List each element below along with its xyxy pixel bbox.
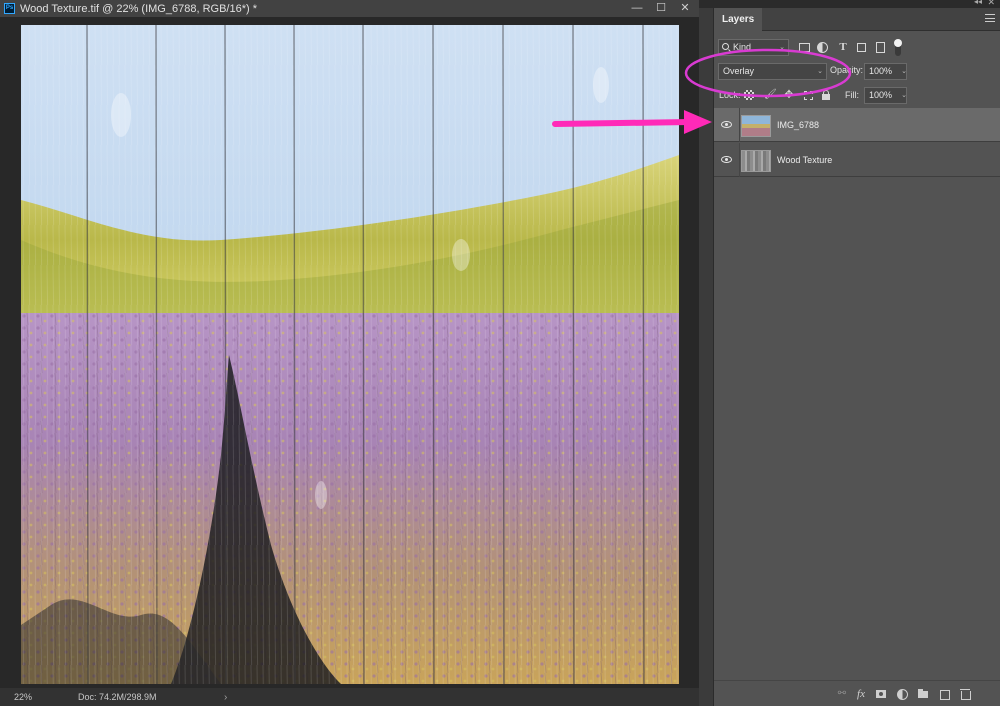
link-layers-icon[interactable]: ⚯ [836,688,848,700]
chevron-down-icon[interactable]: ⌄ [901,64,907,79]
layers-panel: Layers Kind ⌄ T Overlay ⌄ Opacity: 100% … [713,8,1000,706]
window-controls: — ☐ ✕ [625,0,697,17]
tab-layers[interactable]: Layers [714,8,763,31]
layers-list: IMG_6788 Wood Texture [714,108,1000,178]
document-window: Ps Wood Texture.tif @ 22% (IMG_6788, RGB… [0,0,699,706]
lock-transparency-icon[interactable] [744,90,754,100]
blend-mode-value: Overlay [723,66,755,76]
layer-style-fx-icon[interactable]: fx [855,688,867,700]
maximize-icon[interactable]: ☐ [649,0,673,17]
opacity-label[interactable]: Opacity: [830,65,863,75]
layer-name[interactable]: Wood Texture [777,155,832,165]
add-mask-icon[interactable] [875,688,887,700]
layers-panel-tabbar: Layers [714,8,1000,31]
panel-menu-icon[interactable] [985,14,995,22]
lock-image-pixels-icon[interactable]: 🖌 [764,89,777,101]
blend-mode-row: Overlay ⌄ Opacity: 100% ⌄ [714,63,1000,83]
lock-row: Lock: 🖌 ✥ Fill: 100% ⌄ [714,87,1000,107]
eye-icon[interactable] [721,121,732,128]
photoshop-app-icon: Ps [4,3,15,14]
filter-kind-label: Kind [733,42,752,52]
layer-row-img-6788[interactable]: IMG_6788 [714,108,1000,142]
blend-mode-dropdown[interactable]: Overlay ⌄ [718,63,827,80]
lock-artboard-icon[interactable] [802,89,814,101]
filter-shape-layers-icon[interactable] [855,41,867,53]
fill-label[interactable]: Fill: [845,90,859,100]
collapse-panels-icon[interactable]: ◂◂ [974,0,982,6]
filter-pixel-layers-icon[interactable] [798,41,810,53]
opacity-field[interactable]: 100% ⌄ [864,63,907,80]
filter-adjustment-layers-icon[interactable] [816,41,828,53]
panel-dock: ◂◂ ✕ Layers Kind ⌄ T Overlay ⌄ Opacity: … [699,0,1000,706]
filter-toggle-switch[interactable] [894,39,902,56]
chevron-right-icon[interactable]: › [224,692,227,703]
fill-field[interactable]: 100% ⌄ [864,87,907,104]
search-icon [722,43,729,50]
layer-thumbnail[interactable] [741,150,771,172]
layer-row-wood-texture[interactable]: Wood Texture [714,143,1000,177]
minimize-icon[interactable]: — [625,0,649,17]
new-adjustment-layer-icon[interactable] [896,688,908,700]
lock-all-icon[interactable] [820,89,832,101]
filter-kind-dropdown[interactable]: Kind ⌄ [718,39,789,56]
document-title-bar[interactable]: Ps Wood Texture.tif @ 22% (IMG_6788, RGB… [0,0,699,17]
opacity-value: 100% [869,66,893,76]
fill-value: 100% [869,90,893,100]
chevron-down-icon: ⌄ [779,44,785,51]
divider [739,108,740,142]
layers-panel-footer: ⚯ fx [714,680,1000,706]
canvas-area[interactable] [0,17,699,688]
filter-type-layers-icon[interactable]: T [837,41,849,53]
layer-thumbnail[interactable] [741,115,771,137]
close-icon[interactable]: ✕ [673,0,697,17]
new-group-folder-icon[interactable] [917,688,929,700]
close-panel-icon[interactable]: ✕ [987,0,995,8]
document-size-info: Doc: 74.2M/298.9M [78,692,157,702]
lock-label: Lock: [719,90,741,100]
chevron-down-icon[interactable]: ⌄ [901,88,907,103]
document-title: Wood Texture.tif @ 22% (IMG_6788, RGB/16… [20,2,257,15]
status-bar: 22% Doc: 74.2M/298.9M › [0,688,699,706]
lock-position-icon[interactable]: ✥ [783,89,795,101]
trash-icon[interactable] [959,688,971,700]
filter-smart-objects-icon[interactable] [874,41,886,53]
layer-name[interactable]: IMG_6788 [777,120,819,130]
zoom-level[interactable]: 22% [0,692,46,702]
canvas-artwork[interactable] [21,25,679,684]
panel-collapse-bar[interactable]: ◂◂ ✕ [699,0,1000,8]
eye-icon[interactable] [721,156,732,163]
layer-filter-row: Kind ⌄ T [714,39,1000,59]
divider [739,143,740,177]
chevron-down-icon: ⌄ [817,68,823,75]
new-layer-icon[interactable] [938,688,950,700]
